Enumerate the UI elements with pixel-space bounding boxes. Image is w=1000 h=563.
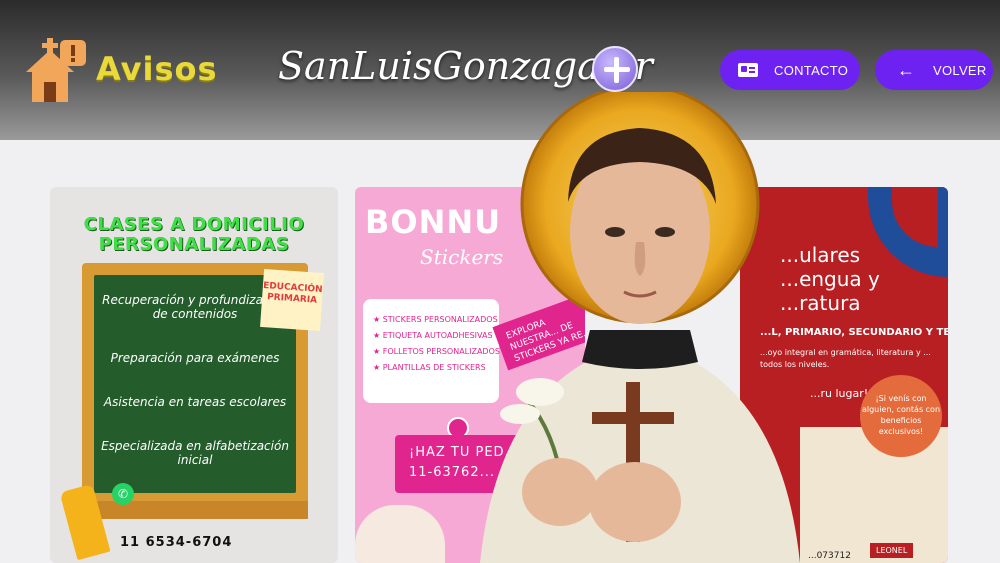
volver-label: VOLVER (933, 62, 987, 78)
education-note: EDUCACIÓN PRIMARIA (260, 268, 324, 332)
contacto-label: CONTACTO (774, 62, 849, 78)
plus-icon (592, 46, 638, 92)
whatsapp-icon: ✆ (112, 483, 134, 505)
contact-name: LEONEL (870, 543, 914, 558)
sticker-illustration (355, 505, 445, 563)
logo-text: Avisos (96, 50, 218, 88)
board-line: Especializada en alfabetización inicial (101, 439, 289, 467)
board-line: Preparación para exámenes (110, 351, 280, 365)
phone-number: 11 6534-6704 (120, 535, 233, 550)
contacto-button[interactable]: CONTACTO (720, 50, 860, 90)
notice-card-clases[interactable]: CLASES A DOMICILIO PERSONALIZADAS Recupe… (50, 187, 338, 563)
volver-button[interactable]: ← VOLVER (875, 50, 993, 90)
saint-portrait-image (480, 92, 800, 563)
card-title: CLASES A DOMICILIO PERSONALIZADAS (83, 214, 305, 255)
chalk-tray (82, 501, 308, 519)
arrow-left-icon: ← (897, 60, 916, 80)
contact-card-icon (738, 63, 758, 77)
benefit-badge: ¡Si venís con alguien, contás con benefi… (860, 375, 942, 457)
church-alert-icon (26, 38, 86, 102)
board-line: Asistencia en tareas escolares (103, 395, 287, 409)
